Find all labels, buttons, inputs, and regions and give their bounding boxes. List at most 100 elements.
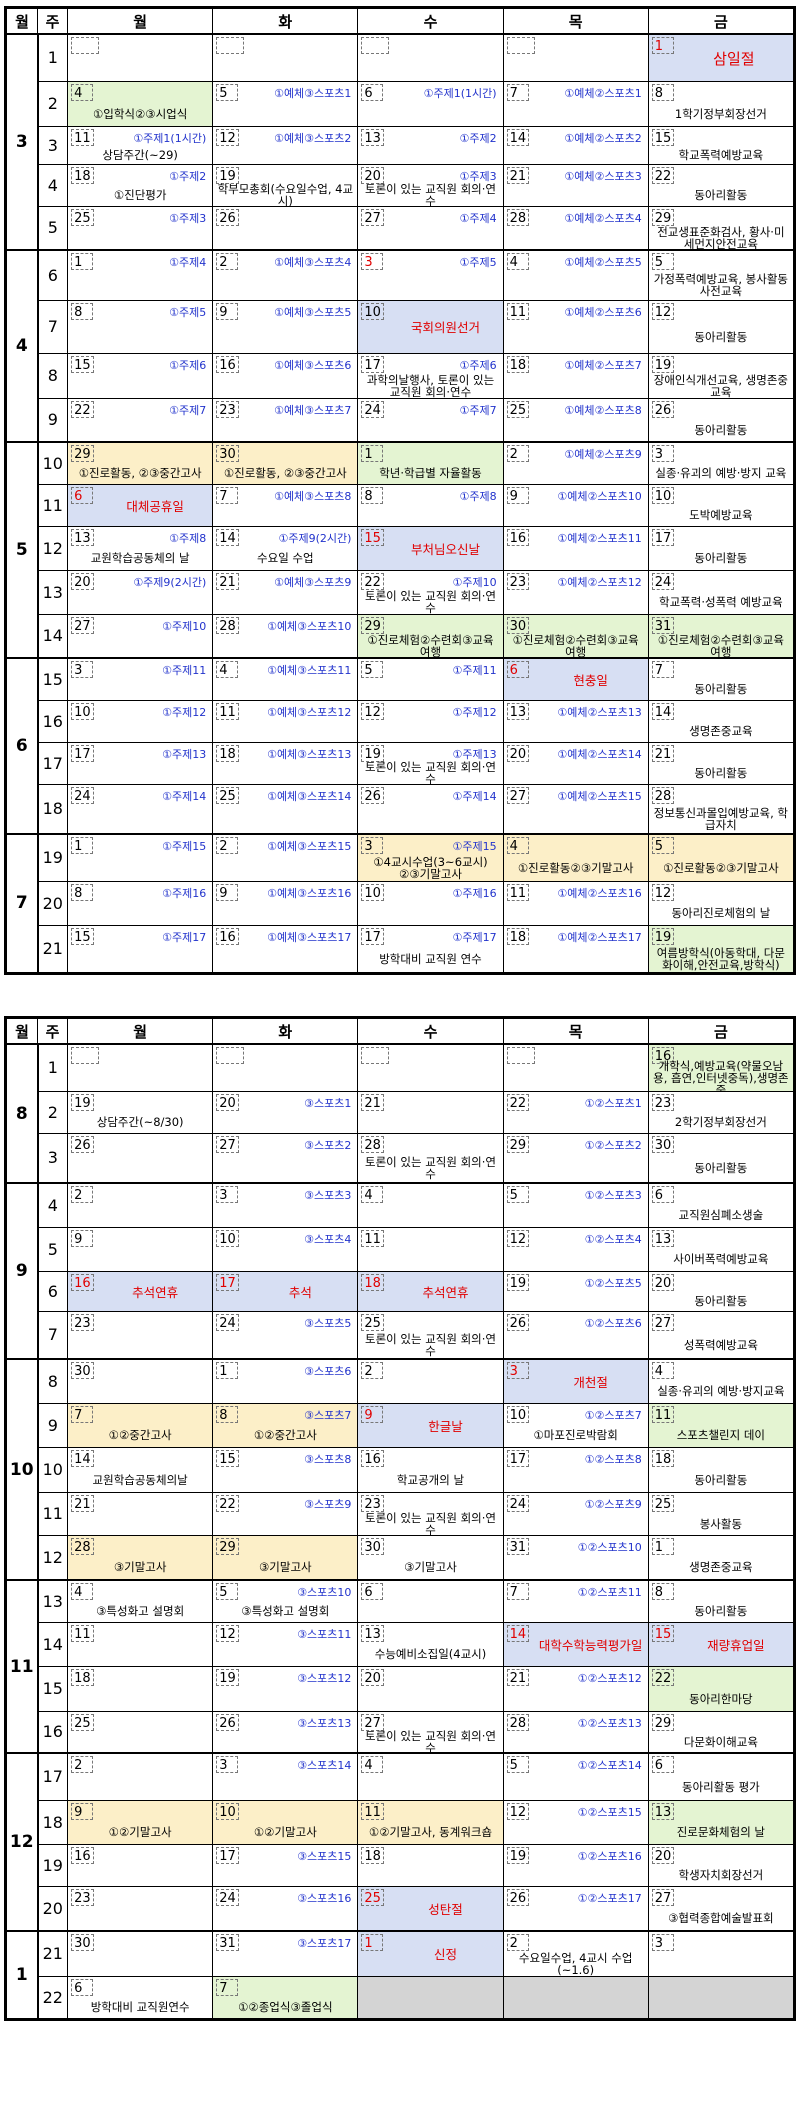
- day-cell[interactable]: 29 ③기말고사: [212, 1534, 359, 1581]
- day-cell[interactable]: 10 ①주제12: [67, 699, 214, 743]
- day-cell[interactable]: 21: [357, 1090, 504, 1134]
- day-cell[interactable]: 4 ③특성화고 설명회: [67, 1579, 214, 1623]
- day-cell[interactable]: 11: [67, 1621, 214, 1667]
- day-cell[interactable]: 3 ①주제15 ①4교시수업(3~6교시) ②③기말고사: [357, 833, 504, 882]
- day-cell[interactable]: [502, 1043, 649, 1092]
- day-cell[interactable]: 17 추석: [212, 1270, 359, 1312]
- day-cell[interactable]: 20 ①예체②스포츠14: [502, 741, 649, 785]
- day-cell[interactable]: 11: [357, 1226, 504, 1272]
- day-cell[interactable]: 15 ①주제6: [67, 352, 214, 399]
- day-cell[interactable]: 15 ③스포츠8: [212, 1446, 359, 1493]
- day-cell[interactable]: 27 ①예체②스포츠15: [502, 783, 649, 835]
- day-cell[interactable]: 31 ①②스포츠10: [502, 1534, 649, 1581]
- day-cell[interactable]: 21 ①예체③스포츠9: [212, 569, 359, 615]
- day-cell[interactable]: 2 ①예체③스포츠15: [212, 833, 359, 882]
- day-cell[interactable]: 29 전교생표준화검사, 황사·미세먼지안전교육: [647, 205, 795, 251]
- day-cell[interactable]: 19 ①주제13 토론이 있는 교직원 회의·연수: [357, 741, 504, 785]
- day-cell[interactable]: 24 ①②스포츠9: [502, 1491, 649, 1536]
- day-cell[interactable]: 25 ①예체③스포츠14: [212, 783, 359, 835]
- day-cell[interactable]: 26 ①②스포츠6: [502, 1310, 649, 1360]
- day-cell[interactable]: 17 ③스포츠15: [212, 1843, 359, 1887]
- day-cell[interactable]: 18 ①예체③스포츠13: [212, 741, 359, 785]
- day-cell[interactable]: 9 ①②기말고사: [67, 1799, 214, 1845]
- day-cell[interactable]: 15 학교폭력예방교육: [647, 125, 795, 165]
- day-cell[interactable]: 10 ①②기말고사: [212, 1799, 359, 1845]
- day-cell[interactable]: 19 여름방학식(아동학대, 다문화이해,안전교육,방학식): [647, 924, 795, 973]
- day-cell[interactable]: 21 동아리활동: [647, 741, 795, 785]
- day-cell[interactable]: 8 ③스포츠7 ①②중간고사: [212, 1402, 359, 1448]
- day-cell[interactable]: 13 진로문화체험의 날: [647, 1799, 795, 1845]
- day-cell[interactable]: 7 ①예체②스포츠1: [502, 80, 649, 127]
- day-cell[interactable]: 30: [67, 1930, 214, 1977]
- day-cell[interactable]: 5 ①진로활동②③기말고사: [647, 833, 795, 882]
- day-cell[interactable]: 7 ①②중간고사: [67, 1402, 214, 1448]
- day-cell[interactable]: 13 수능예비소집일(4교시): [357, 1621, 504, 1667]
- day-cell[interactable]: 22 ①주제10 토론이 있는 교직원 회의·연수: [357, 569, 504, 615]
- day-cell[interactable]: [212, 1043, 359, 1092]
- day-cell[interactable]: 15 부처님오신날: [357, 525, 504, 571]
- day-cell[interactable]: 1 생명존중교육: [647, 1534, 795, 1581]
- day-cell[interactable]: 21: [67, 1491, 214, 1536]
- day-cell[interactable]: 14 생명존중교육: [647, 699, 795, 743]
- day-cell[interactable]: 19 ①②스포츠5: [502, 1270, 649, 1312]
- day-cell[interactable]: 4: [357, 1752, 504, 1801]
- day-cell[interactable]: 12 ③스포츠11: [212, 1621, 359, 1667]
- day-cell[interactable]: 31 ①진로체험②수련회③교육여행: [647, 613, 795, 659]
- day-cell[interactable]: 7 ①②종업식③졸업식: [212, 1975, 359, 2019]
- day-cell[interactable]: 16 추석연휴: [67, 1270, 214, 1312]
- day-cell[interactable]: 10 ①②스포츠7 ①마포진로박람회: [502, 1402, 649, 1448]
- day-cell[interactable]: 24 학교폭력·성폭력 예방교육: [647, 569, 795, 615]
- day-cell[interactable]: [502, 1975, 649, 2019]
- day-cell[interactable]: 11 ①예체②스포츠6: [502, 299, 649, 354]
- day-cell[interactable]: 18 ①주제2 ①진단평가: [67, 163, 214, 207]
- day-cell[interactable]: 6 방학대비 교직원연수: [67, 1975, 214, 2019]
- day-cell[interactable]: 25 성탄절: [357, 1885, 504, 1932]
- day-cell[interactable]: 5 ①주제11: [357, 657, 504, 701]
- day-cell[interactable]: 16 ①예체②스포츠11: [502, 525, 649, 571]
- day-cell[interactable]: 18 동아리활동: [647, 1446, 795, 1493]
- day-cell[interactable]: 26 ①②스포츠17: [502, 1885, 649, 1932]
- day-cell[interactable]: 22 ①주제7: [67, 397, 214, 443]
- day-cell[interactable]: 30 ①진로체험②수련회③교육여행: [502, 613, 649, 659]
- day-cell[interactable]: 2 ①예체②스포츠9: [502, 441, 649, 485]
- day-cell[interactable]: 13 ①예체②스포츠13: [502, 699, 649, 743]
- day-cell[interactable]: 28 정보통신과몰입예방교육, 학급자치: [647, 783, 795, 835]
- day-cell[interactable]: 16 ①예체③스포츠17: [212, 924, 359, 973]
- day-cell[interactable]: 17 ①주제13: [67, 741, 214, 785]
- day-cell[interactable]: 25 ①주제3: [67, 205, 214, 251]
- day-cell[interactable]: 18 ①예체②스포츠7: [502, 352, 649, 399]
- day-cell[interactable]: 17 동아리활동: [647, 525, 795, 571]
- day-cell[interactable]: 18: [67, 1665, 214, 1712]
- day-cell[interactable]: 26: [212, 205, 359, 251]
- day-cell[interactable]: 8 ①주제16: [67, 880, 214, 926]
- day-cell[interactable]: 13 사이버폭력예방교육: [647, 1226, 795, 1272]
- day-cell[interactable]: 24 ③스포츠16: [212, 1885, 359, 1932]
- day-cell[interactable]: 27 ③협력종합예술발표회: [647, 1885, 795, 1932]
- day-cell[interactable]: 29 다문화이해교육: [647, 1710, 795, 1754]
- day-cell[interactable]: 8 동아리활동: [647, 1579, 795, 1623]
- day-cell[interactable]: 6 현충일: [502, 657, 649, 701]
- day-cell[interactable]: 4: [357, 1182, 504, 1228]
- day-cell[interactable]: 16 ①예체③스포츠6: [212, 352, 359, 399]
- day-cell[interactable]: 17 ①②스포츠8: [502, 1446, 649, 1493]
- day-cell[interactable]: [357, 1043, 504, 1092]
- day-cell[interactable]: 23 ①예체②스포츠12: [502, 569, 649, 615]
- day-cell[interactable]: 19 상담주간(~8/30): [67, 1090, 214, 1134]
- day-cell[interactable]: 30: [67, 1358, 214, 1404]
- day-cell[interactable]: 27 토론이 있는 교직원 회의·연수: [357, 1710, 504, 1754]
- day-cell[interactable]: 1 ③스포츠6: [212, 1358, 359, 1404]
- day-cell[interactable]: 29 ①②스포츠2: [502, 1132, 649, 1184]
- day-cell[interactable]: 22 동아리한마당: [647, 1665, 795, 1712]
- day-cell[interactable]: 31 ③스포츠17: [212, 1930, 359, 1977]
- day-cell[interactable]: 1 삼일절: [647, 33, 795, 82]
- day-cell[interactable]: [212, 33, 359, 82]
- day-cell[interactable]: 28 ①예체③스포츠10: [212, 613, 359, 659]
- day-cell[interactable]: [357, 1975, 504, 2019]
- day-cell[interactable]: 16 개학식,예방교육(약물오남용, 흡연,인터넷중독),생명존중: [647, 1043, 795, 1092]
- day-cell[interactable]: 18 ①예체②스포츠17: [502, 924, 649, 973]
- day-cell[interactable]: 22 동아리활동: [647, 163, 795, 207]
- day-cell[interactable]: 4 ①입학식②③시업식: [67, 80, 214, 127]
- day-cell[interactable]: 6 교직원심폐소생술: [647, 1182, 795, 1228]
- day-cell[interactable]: 12 ①주제12: [357, 699, 504, 743]
- day-cell[interactable]: 28 ③기말고사: [67, 1534, 214, 1581]
